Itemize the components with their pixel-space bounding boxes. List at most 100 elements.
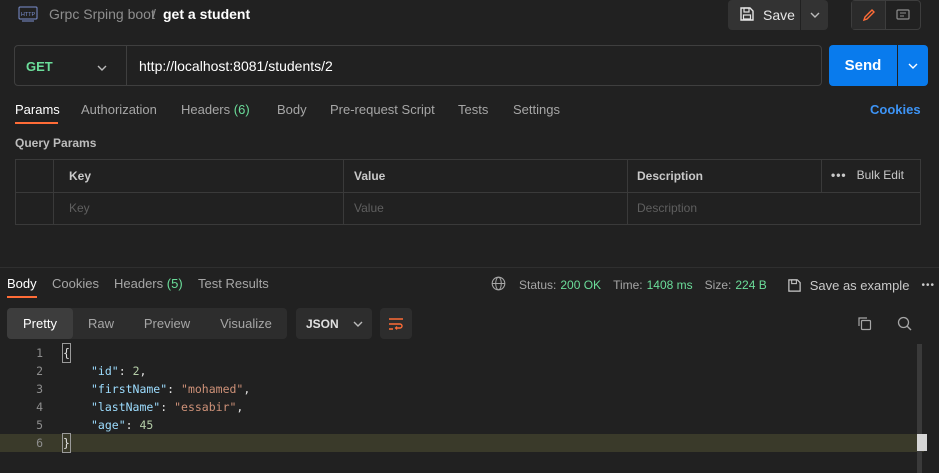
comment-icon (896, 8, 910, 20)
close-brace: } (62, 433, 71, 453)
column-divider (821, 160, 822, 192)
time-label: Time: (613, 278, 643, 292)
response-tab-body[interactable]: Body (7, 276, 37, 291)
save-example-label: Save as example (809, 277, 910, 293)
open-brace: { (62, 343, 71, 363)
text-cursor (917, 434, 927, 451)
json-tail: , (139, 364, 147, 378)
response-tab-cookies[interactable]: Cookies (52, 276, 99, 291)
column-header-key: Key (69, 169, 92, 183)
size-label: Size: (704, 278, 732, 292)
time-value[interactable]: 1408 ms (647, 278, 693, 292)
code-content: "id": 2, (91, 362, 146, 380)
json-value: "essabir" (174, 400, 237, 414)
key-input[interactable]: Key (69, 201, 90, 215)
send-options-button[interactable] (898, 45, 928, 86)
format-raw[interactable]: Raw (73, 308, 129, 339)
code-line: 3 "firstName": "mohamed", (0, 380, 924, 398)
globe-icon[interactable] (491, 276, 506, 294)
json-sep: : (125, 418, 140, 432)
url-input[interactable]: http://localhost:8081/students/2 (139, 58, 333, 74)
edit-button[interactable] (852, 1, 886, 29)
method-divider (126, 46, 127, 85)
json-key: "age" (91, 418, 126, 432)
tab-headers-count: (6) (233, 102, 250, 117)
code-content: "firstName": "mohamed", (91, 380, 250, 398)
json-value: "mohamed" (181, 382, 244, 396)
json-key: "lastName" (91, 400, 161, 414)
code-line: 4 "lastName": "essabir", (0, 398, 924, 416)
request-name[interactable]: get a student (163, 6, 250, 22)
breadcrumb-separator: / (152, 6, 156, 22)
format-type-select[interactable]: JSON (296, 308, 372, 339)
chevron-down-icon (353, 321, 363, 327)
pencil-icon (862, 9, 875, 22)
comments-button[interactable] (886, 1, 920, 29)
tab-tests[interactable]: Tests (458, 102, 488, 117)
vertical-scrollbar[interactable] (917, 344, 922, 473)
tab-settings[interactable]: Settings (513, 102, 560, 117)
code-line: 5 "age": 45 (0, 416, 924, 434)
active-tab-indicator (15, 122, 58, 124)
value-input[interactable]: Value (354, 201, 384, 215)
copy-icon[interactable] (857, 316, 872, 334)
code-content: "lastName": "essabir", (91, 398, 243, 416)
bulk-edit-button[interactable]: ••• Bulk Edit (831, 168, 904, 182)
save-label: Save (763, 7, 795, 23)
send-button[interactable]: Send (829, 45, 897, 86)
code-line-current: 6 } (0, 433, 924, 453)
line-number: 3 (36, 382, 43, 396)
save-options-button[interactable] (801, 0, 828, 30)
tab-body[interactable]: Body (277, 102, 307, 117)
search-icon[interactable] (897, 316, 912, 334)
status-value[interactable]: 200 OK (560, 278, 601, 292)
chevron-down-icon[interactable] (97, 59, 107, 74)
format-pretty[interactable]: Pretty (7, 308, 73, 339)
response-tab-headers[interactable]: Headers (5) (114, 276, 183, 291)
code-line: 1 { (0, 343, 924, 363)
description-input[interactable]: Description (637, 201, 697, 215)
line-number: 4 (36, 400, 43, 414)
tab-params[interactable]: Params (15, 102, 60, 117)
response-divider[interactable] (0, 267, 939, 268)
response-body-editor[interactable]: 1 { 2 "id": 2, 3 "firstName": "mohamed",… (0, 343, 924, 453)
column-header-value: Value (354, 169, 386, 183)
response-tab-test-results[interactable]: Test Results (198, 276, 269, 291)
line-number: 2 (36, 364, 43, 378)
format-preview[interactable]: Preview (129, 308, 205, 339)
json-sep: : (160, 400, 175, 414)
tab-authorization[interactable]: Authorization (81, 102, 157, 117)
save-icon (739, 6, 755, 25)
tab-headers[interactable]: Headers (6) (181, 102, 250, 117)
format-tabs: Pretty Raw Preview Visualize (7, 308, 287, 339)
line-number: 5 (36, 418, 43, 432)
wrap-lines-icon (389, 317, 403, 330)
breadcrumb-collection[interactable]: Grpc Srping boot (49, 6, 155, 22)
save-icon (787, 278, 801, 292)
size-value[interactable]: 224 B (735, 278, 766, 292)
save-button-group: Save (728, 0, 828, 30)
code-line: 2 "id": 2, (0, 362, 924, 380)
cookies-link[interactable]: Cookies (870, 102, 921, 117)
query-params-title: Query Params (15, 136, 97, 150)
chevron-down-icon (810, 12, 819, 18)
status-label: Status: (519, 278, 557, 292)
bulk-edit-label: Bulk Edit (856, 168, 904, 182)
response-status-bar: Status: 200 OK Time: 1408 ms Size: 224 B… (491, 276, 935, 294)
json-tail: , (236, 400, 244, 414)
format-visualize[interactable]: Visualize (205, 308, 287, 339)
method-selector[interactable]: GET (26, 59, 53, 74)
json-tail: , (243, 382, 251, 396)
line-number: 6 (36, 436, 43, 450)
tab-pre-request-script[interactable]: Pre-request Script (330, 102, 435, 117)
row-divider (16, 192, 920, 193)
save-example-button[interactable]: Save as example (787, 277, 910, 293)
query-params-table: Key Value Description ••• Bulk Edit Key … (15, 159, 921, 225)
more-options-icon[interactable]: ••• (921, 280, 935, 291)
save-button[interactable]: Save (728, 0, 800, 30)
wrap-lines-button[interactable] (380, 308, 412, 339)
tab-headers-label: Headers (181, 102, 231, 117)
code-content: "age": 45 (91, 416, 153, 434)
json-sep: : (118, 364, 133, 378)
json-value: 2 (132, 364, 140, 378)
